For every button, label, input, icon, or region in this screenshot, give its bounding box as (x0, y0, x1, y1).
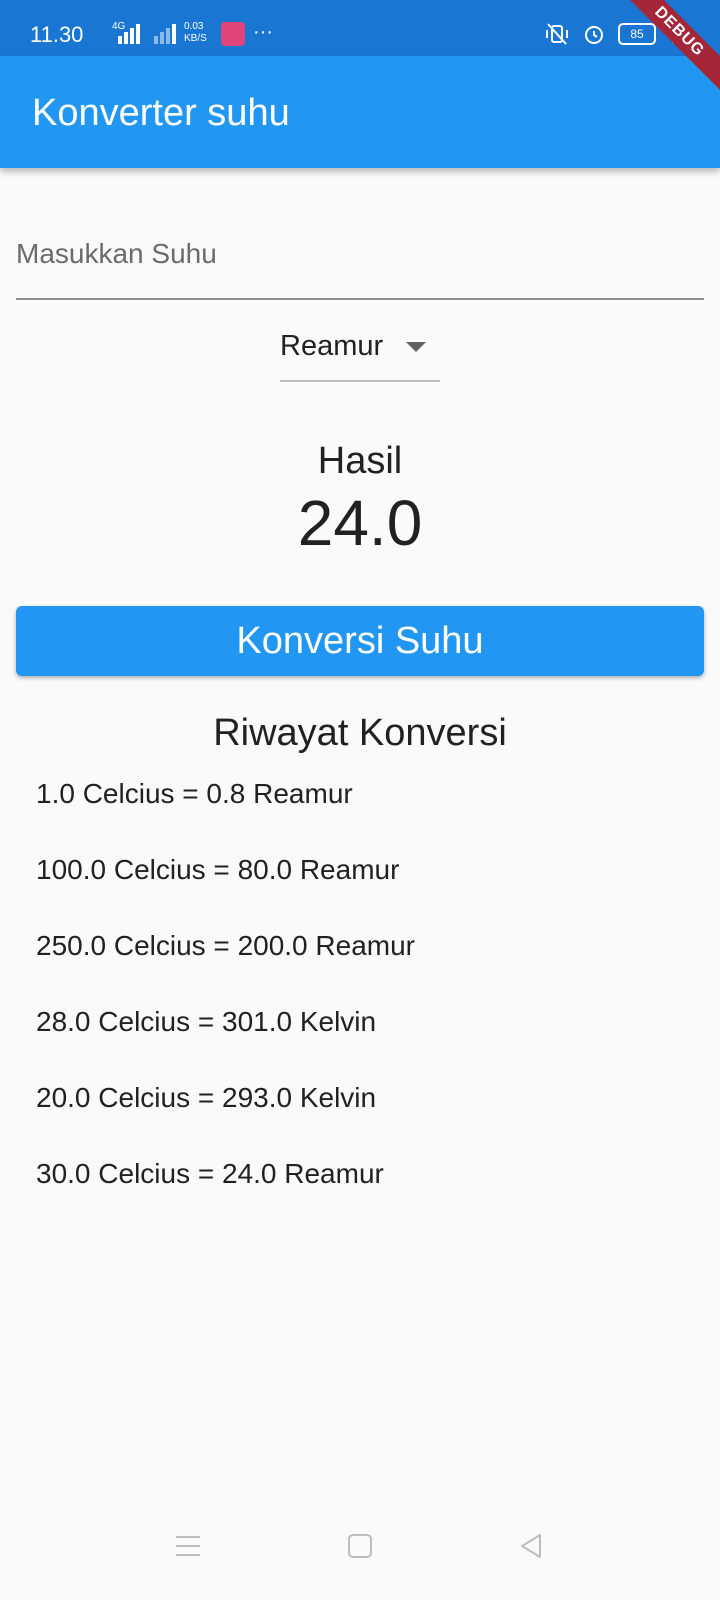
result-label: Hasil (317, 440, 403, 482)
system-navigation-bar (0, 1510, 720, 1600)
history-item: 28.0 Celcius = 301.0 Kelvin (36, 1006, 377, 1037)
home-icon[interactable] (348, 1534, 372, 1558)
history-item: 20.0 Celcius = 293.0 Kelvin (36, 1082, 377, 1113)
history-list: 1.0 Celcius = 0.8 Reamur 100.0 Celcius =… (36, 776, 415, 1232)
battery-icon: 85 (618, 23, 656, 45)
history-title: Riwayat Konversi (213, 712, 507, 754)
history-item: 100.0 Celcius = 80.0 Reamur (36, 854, 400, 885)
temperature-input[interactable] (16, 210, 704, 300)
more-notifications-icon: ··· (253, 21, 273, 43)
result-value: 24.0 (297, 487, 423, 559)
status-bar: 11.30 4G 0.03 KB/S ··· 85 (0, 0, 720, 56)
app-screen: 11.30 4G 0.03 KB/S ··· 85 Konverter suhu… (0, 0, 720, 1600)
dropdown-arrow-icon (406, 342, 426, 352)
status-time: 11.30 (30, 22, 84, 47)
app-title: Konverter suhu (32, 92, 290, 134)
back-icon[interactable] (518, 1532, 544, 1560)
signal-icon (118, 24, 140, 44)
app-notification-icon (221, 22, 245, 46)
menu-icon[interactable] (176, 1536, 200, 1556)
history-item: 1.0 Celcius = 0.8 Reamur (36, 778, 353, 809)
unit-dropdown[interactable]: Reamur (280, 328, 440, 382)
signal-icon-2 (154, 24, 176, 44)
unit-dropdown-value: Reamur (280, 330, 384, 362)
convert-button[interactable]: Konversi Suhu (16, 606, 704, 676)
alarm-icon (585, 26, 603, 44)
mute-vibrate-icon (546, 23, 568, 45)
app-bar: Konverter suhu (0, 56, 720, 168)
network-speed-unit: KB/S (184, 33, 207, 44)
network-speed-value: 0.03 (184, 21, 204, 32)
history-item: 30.0 Celcius = 24.0 Reamur (36, 1158, 384, 1189)
history-item: 250.0 Celcius = 200.0 Reamur (36, 930, 415, 961)
